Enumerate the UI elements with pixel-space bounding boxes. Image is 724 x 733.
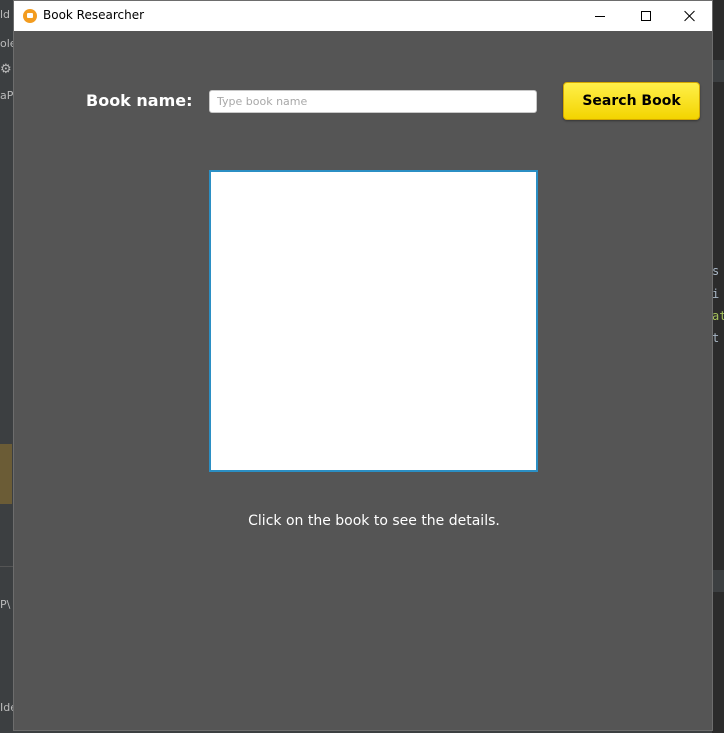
details-hint: Click on the book to see the details.	[248, 513, 500, 529]
main-content: Book name: Search Book Click on the book…	[14, 31, 712, 730]
title-bar[interactable]: Book Researcher	[14, 1, 712, 31]
maximize-icon	[641, 11, 651, 21]
minimize-icon	[595, 15, 605, 17]
background-text: aP	[0, 89, 14, 102]
background-code: s	[712, 264, 720, 278]
background-left-panel: ld ole ⚙ aP P\ Ider	[0, 0, 22, 733]
book-name-input[interactable]	[209, 90, 537, 113]
background-text: ld	[0, 8, 11, 21]
background-code: t	[712, 331, 720, 345]
background-text: P\	[0, 598, 11, 611]
close-button[interactable]	[667, 1, 713, 31]
gear-icon: ⚙	[0, 62, 12, 77]
background-right-editor: s i at t	[712, 0, 724, 733]
close-icon	[684, 10, 696, 22]
book-app-icon	[23, 9, 37, 23]
app-window: Book Researcher Book name: Search Book C…	[13, 0, 713, 731]
maximize-button[interactable]	[623, 1, 669, 31]
background-code: at	[712, 309, 724, 323]
background-divider	[0, 566, 14, 567]
book-name-label: Book name:	[86, 91, 193, 110]
book-image-area[interactable]	[209, 170, 538, 472]
background-bar	[712, 60, 724, 82]
background-bar	[712, 570, 724, 592]
minimize-button[interactable]	[577, 1, 623, 31]
background-highlight	[0, 444, 12, 504]
search-book-button[interactable]: Search Book	[563, 82, 700, 120]
background-code: i	[712, 287, 720, 301]
window-title: Book Researcher	[43, 8, 145, 22]
